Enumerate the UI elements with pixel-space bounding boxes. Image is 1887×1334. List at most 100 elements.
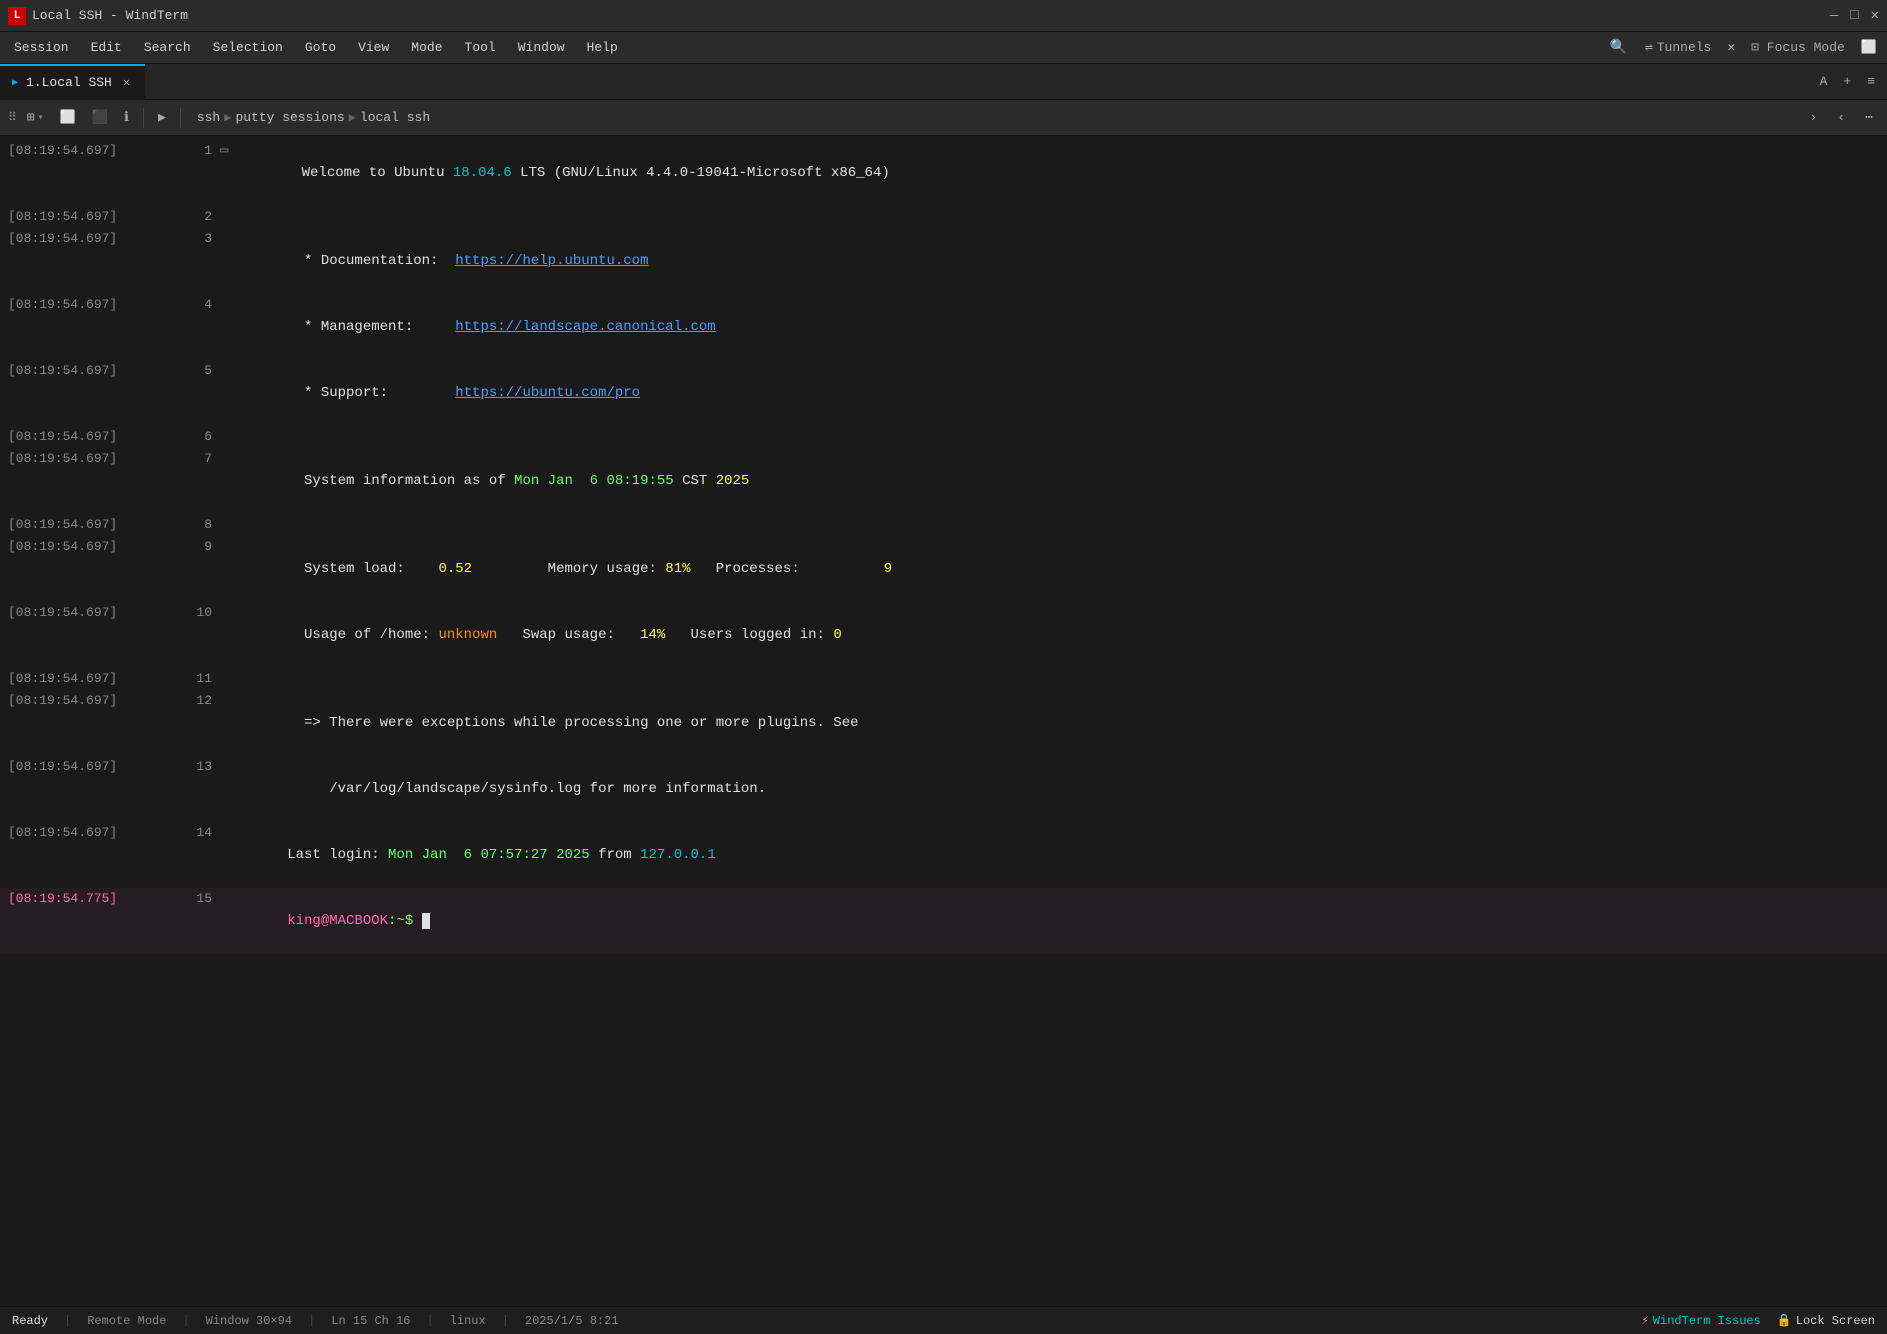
split-down-icon: ⬛ <box>92 110 108 125</box>
text-segment: Processes: <box>691 561 884 577</box>
line-content: * Documentation: https://help.ubuntu.com <box>220 228 1887 294</box>
path-putty[interactable]: putty sessions <box>235 110 344 125</box>
menu-close-button[interactable]: ✕ <box>1721 36 1741 59</box>
menu-edit[interactable]: Edit <box>81 36 132 59</box>
status-separator-3: | <box>308 1314 315 1328</box>
more-button[interactable]: ⋯ <box>1859 107 1879 128</box>
status-ready: Ready <box>12 1314 48 1328</box>
line-number: 11 <box>180 668 220 690</box>
split-down-button[interactable]: ⬛ <box>86 107 114 128</box>
tab-label: 1.Local SSH <box>26 75 112 90</box>
text-segment: * Documentation: <box>287 253 455 269</box>
expand-button[interactable]: › <box>1804 107 1824 128</box>
windterm-issues-button[interactable]: ⚡ WindTerm Issues <box>1642 1313 1761 1328</box>
path-local[interactable]: local ssh <box>360 110 430 125</box>
main-window: L Local SSH - WindTerm — □ ✕ Session Edi… <box>0 0 1887 1306</box>
line-content <box>220 206 1887 228</box>
toolbar-right: › ‹ ⋯ <box>1804 107 1879 128</box>
text-segment: System load: <box>287 561 421 577</box>
new-split-arrow: ▾ <box>38 112 44 124</box>
text-segment: System information as of <box>287 473 514 489</box>
toolbar-separator-2 <box>180 108 181 128</box>
lock-screen-button[interactable]: 🔒 Lock Screen <box>1777 1313 1875 1328</box>
menu-selection[interactable]: Selection <box>203 36 293 59</box>
menu-help[interactable]: Help <box>577 36 628 59</box>
tab-local-ssh[interactable]: ▶ 1.Local SSH ✕ <box>0 64 145 100</box>
terminal-line: [08:19:54.697] 1 ▭ Welcome to Ubuntu 18.… <box>0 140 1887 206</box>
line-content: Last login: Mon Jan 6 07:57:27 2025 from… <box>220 822 1887 888</box>
line-number: 15 <box>180 888 220 910</box>
menu-goto[interactable]: Goto <box>295 36 346 59</box>
prompt-user: king@MACBOOK <box>287 913 388 929</box>
tab-bar-right: A + ≡ <box>1816 72 1879 91</box>
text-segment: * Support: <box>287 385 455 401</box>
text-segment: unknown <box>438 627 497 643</box>
tab-add-button[interactable]: + <box>1839 72 1855 91</box>
status-separator-2: | <box>182 1314 189 1328</box>
terminal-area[interactable]: [08:19:54.697] 1 ▭ Welcome to Ubuntu 18.… <box>0 136 1887 1306</box>
menu-view[interactable]: View <box>348 36 399 59</box>
path-sep-1: ▶ <box>224 110 231 125</box>
new-split-button[interactable]: ⊞ ▾ <box>21 107 50 128</box>
line-timestamp: [08:19:54.697] <box>0 140 180 162</box>
breadcrumb-path: ssh ▶ putty sessions ▶ local ssh <box>197 110 430 125</box>
split-right-button[interactable]: ⬜ <box>54 107 82 128</box>
collapse-button[interactable]: ‹ <box>1831 107 1851 128</box>
line-content: => There were exceptions while processin… <box>220 690 1887 756</box>
line-number: 5 <box>180 360 220 382</box>
layout-button[interactable]: ⬜ <box>1855 36 1883 59</box>
line-number: 2 <box>180 206 220 228</box>
line-timestamp: [08:19:54.697] <box>0 448 180 470</box>
search-icon[interactable]: 🔍 <box>1609 39 1626 56</box>
menu-window[interactable]: Window <box>508 36 575 59</box>
status-window-size: Window 30×94 <box>206 1314 292 1328</box>
line-number: 3 <box>180 228 220 250</box>
text-link[interactable]: https://landscape.canonical.com <box>455 319 715 335</box>
text-link[interactable]: https://ubuntu.com/pro <box>455 385 640 401</box>
title-bar-controls: — □ ✕ <box>1830 7 1879 24</box>
line-content <box>220 668 1887 690</box>
menu-bar: Session Edit Search Selection Goto View … <box>0 32 1887 64</box>
tab-close-button[interactable]: ✕ <box>120 74 133 91</box>
line-number: 7 <box>180 448 220 470</box>
line-number: 12 <box>180 690 220 712</box>
split-right-icon: ⬜ <box>60 110 76 125</box>
run-button[interactable]: ▶ <box>152 107 172 128</box>
text-segment: Last login: <box>287 847 388 863</box>
line-content: * Management: https://landscape.canonica… <box>220 294 1887 360</box>
maximize-button[interactable]: □ <box>1850 8 1858 24</box>
line-timestamp: [08:19:54.697] <box>0 228 180 250</box>
close-button[interactable]: ✕ <box>1871 7 1879 24</box>
tab-menu-button[interactable]: ≡ <box>1863 72 1879 91</box>
focus-mode-button[interactable]: ⊡ Focus Mode <box>1743 36 1853 59</box>
line-timestamp: [08:19:54.697] <box>0 690 180 712</box>
line-content: System information as of Mon Jan 6 08:19… <box>220 448 1887 514</box>
toolbar-drag-handle: ⠿ <box>8 110 17 125</box>
text-segment: 2025 <box>716 473 750 489</box>
menu-session[interactable]: Session <box>4 36 79 59</box>
line-number: 14 <box>180 822 220 844</box>
terminal-prompt-line: [08:19:54.775] 15 king@MACBOOK:~$ <box>0 888 1887 954</box>
text-segment: 14% <box>640 627 665 643</box>
line-timestamp: [08:19:54.697] <box>0 668 180 690</box>
text-link[interactable]: https://help.ubuntu.com <box>455 253 648 269</box>
terminal-line: [08:19:54.697] 14 Last login: Mon Jan 6 … <box>0 822 1887 888</box>
path-sep-2: ▶ <box>349 110 356 125</box>
tab-font-button[interactable]: A <box>1816 72 1832 91</box>
menu-tool[interactable]: Tool <box>455 36 506 59</box>
text-segment: Users logged in: <box>665 627 833 643</box>
info-button[interactable]: ℹ <box>118 107 135 128</box>
minimize-button[interactable]: — <box>1830 8 1838 24</box>
text-segment: Swap usage: <box>497 627 640 643</box>
line-timestamp: [08:19:54.697] <box>0 602 180 624</box>
tunnels-button[interactable]: ⇌ Tunnels <box>1637 36 1719 59</box>
text-segment: from <box>590 847 640 863</box>
line-timestamp: [08:19:54.697] <box>0 514 180 536</box>
line-timestamp: [08:19:54.697] <box>0 822 180 844</box>
menu-mode[interactable]: Mode <box>401 36 452 59</box>
menu-search[interactable]: Search <box>134 36 201 59</box>
line-content: Welcome to Ubuntu 18.04.6 LTS (GNU/Linux… <box>234 140 1887 206</box>
line-number: 9 <box>180 536 220 558</box>
text-segment: 9 <box>884 561 892 577</box>
path-ssh[interactable]: ssh <box>197 110 220 125</box>
